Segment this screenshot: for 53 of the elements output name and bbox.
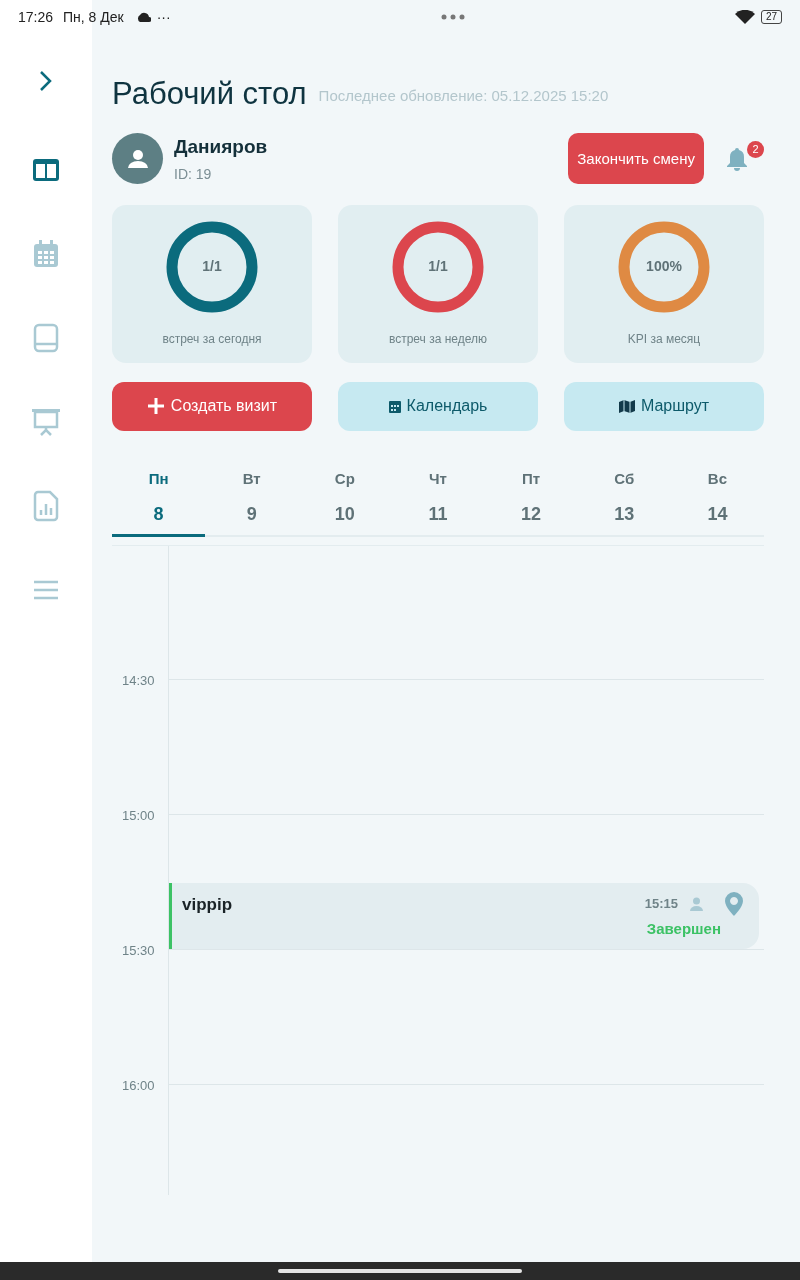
time-label: 15:30 (122, 942, 155, 960)
day-tab[interactable]: Чт 11 (391, 467, 485, 537)
location-pin-icon[interactable] (725, 892, 743, 916)
event-status: Завершен (646, 919, 721, 939)
stat-value: 100% (645, 257, 683, 276)
event-card[interactable]: vippip 15:15 Завершен (169, 883, 759, 949)
notification-button[interactable]: 2 (724, 138, 764, 179)
more-dots-icon[interactable] (440, 14, 465, 20)
report-icon[interactable] (33, 490, 59, 522)
time-label: 14:30 (122, 672, 155, 690)
day-tab[interactable]: Пт 12 (484, 467, 578, 537)
time-label: 16:00 (122, 1077, 155, 1095)
time-label: 15:00 (122, 807, 155, 825)
expand-icon[interactable] (39, 70, 53, 92)
notification-badge: 2 (747, 140, 764, 158)
day-tab[interactable]: Пн 8 (112, 467, 206, 537)
stat-value: 1/1 (201, 257, 223, 276)
map-icon (618, 399, 635, 413)
event-title: vippip (182, 894, 233, 916)
home-indicator[interactable] (278, 1269, 522, 1273)
end-shift-button[interactable]: Закончить смену (568, 133, 704, 185)
event-time: 15:15 (644, 895, 678, 914)
wifi-icon (734, 9, 755, 25)
day-tab[interactable]: Сб 13 (577, 467, 671, 537)
person-icon (690, 897, 703, 911)
status-time: 17:26 (18, 7, 54, 27)
book-icon[interactable] (33, 323, 59, 353)
presentation-icon[interactable] (31, 408, 61, 436)
action-button[interactable]: Календарь (338, 381, 538, 431)
bell-icon (726, 146, 748, 171)
battery-indicator: 27 (760, 10, 782, 24)
dashboard-icon[interactable] (32, 158, 60, 182)
user-name: Данияров (174, 135, 268, 159)
day-tab[interactable]: Ср 10 (298, 467, 392, 537)
cloud-icon (135, 12, 151, 22)
plus-icon (146, 397, 165, 415)
last-updated: Последнее обновление: 05.12.2025 15:20 (318, 85, 609, 106)
page-title: Рабочий стол (112, 78, 307, 109)
stat-label: KPI за месяц (627, 330, 701, 348)
stat-value: 1/1 (427, 257, 449, 276)
stat-label: встреч за неделю (388, 330, 488, 348)
status-more: ··· (156, 7, 171, 27)
stat-label: встреч за сегодня (162, 330, 262, 348)
status-date: Пн, 8 Дек (63, 7, 124, 27)
day-tab[interactable]: Вт 9 (205, 467, 299, 537)
calendar-icon (388, 399, 401, 413)
calendar-icon[interactable] (33, 240, 59, 268)
user-id: ID: 19 (174, 164, 213, 184)
action-button[interactable]: Создать визит (112, 381, 312, 431)
person-icon (127, 149, 148, 168)
action-button[interactable]: Маршрут (564, 381, 764, 431)
day-tab[interactable]: Вс 14 (670, 467, 764, 537)
menu-icon[interactable] (33, 579, 59, 601)
